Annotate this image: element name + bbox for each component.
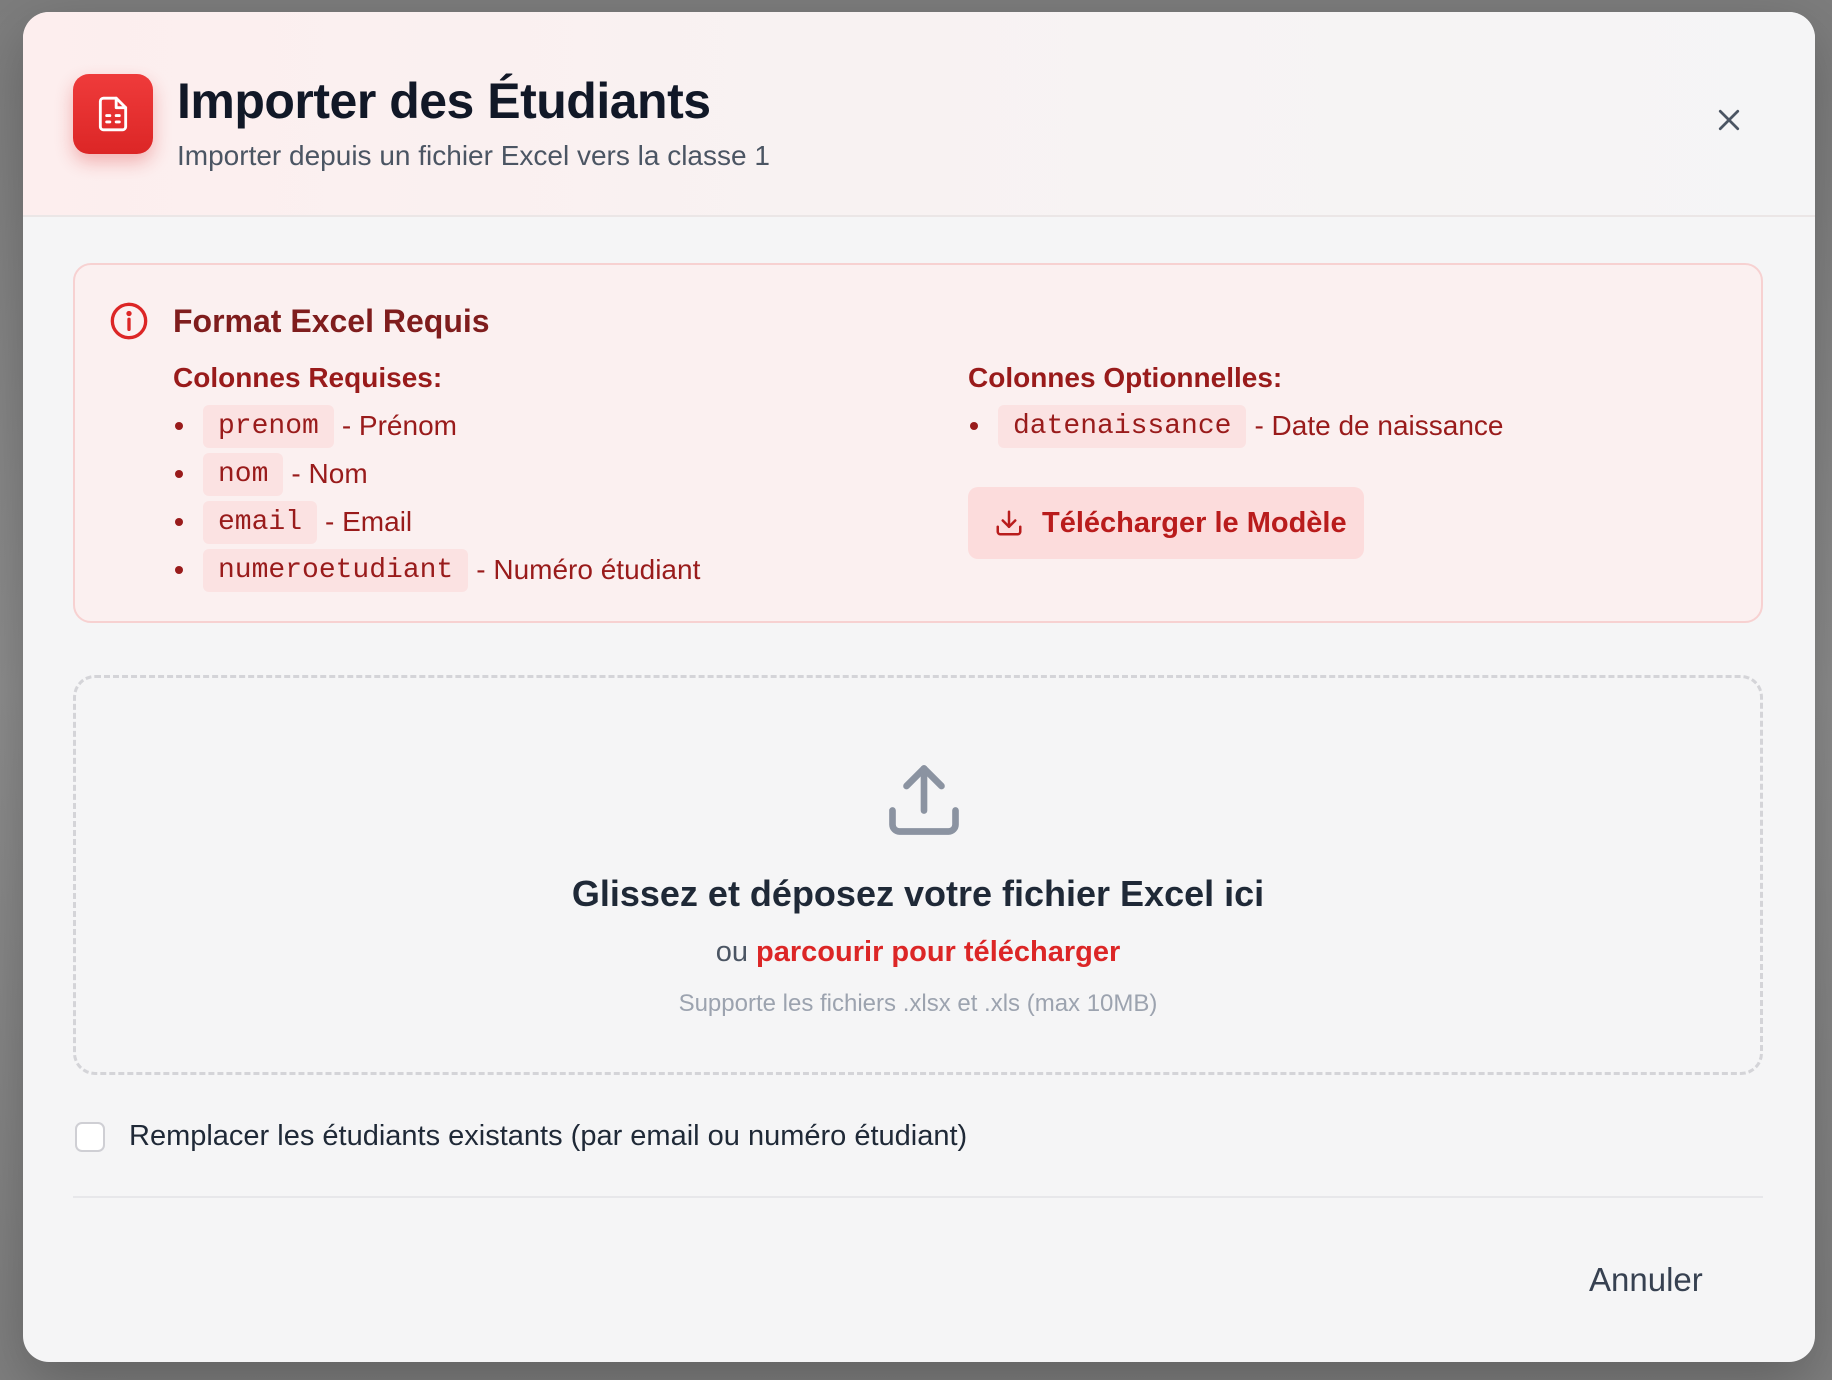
replace-existing-checkbox[interactable] [75, 1121, 105, 1152]
footer-divider [73, 1196, 1763, 1198]
dialog-header: Importer des Étudiants Importer depuis u… [23, 12, 1815, 217]
required-columns-heading: Colonnes Requises: [173, 362, 443, 393]
list-item: prenom - Prénom [175, 402, 700, 450]
column-code: nom [203, 452, 284, 496]
excel-format-info: Format Excel Requis Colonnes Requises: p… [73, 263, 1763, 623]
replace-existing-label[interactable]: Remplacer les étudiants existants (par e… [129, 1120, 967, 1153]
dropzone-support-text: Supporte les fichiers .xlsx et .xls (max… [678, 990, 1158, 1017]
dialog-subtitle: Importer depuis un fichier Excel vers la… [177, 140, 770, 171]
column-code: prenom [203, 404, 334, 448]
list-item: nom - Nom [175, 450, 700, 498]
upload-icon [889, 765, 959, 835]
column-description: - Prénom [341, 410, 457, 441]
close-icon [1718, 109, 1740, 131]
required-columns-list: prenom - Prénom nom - Nom email - Email num… [175, 402, 700, 594]
column-code: datenaissance [998, 404, 1247, 448]
replace-existing-option[interactable]: Remplacer les étudiants existants (par e… [75, 1120, 967, 1153]
column-description: - Date de naissance [1254, 410, 1504, 441]
download-template-button[interactable]: Télécharger le Modèle [968, 487, 1364, 559]
file-dropzone[interactable]: Glissez et déposez votre fichier Excel i… [73, 675, 1763, 1075]
column-description: - Email [325, 506, 413, 537]
dialog-title: Importer des Étudiants [177, 73, 711, 129]
list-item: email - Email [175, 498, 700, 546]
close-button[interactable] [1709, 100, 1749, 140]
browse-files-link[interactable]: parcourir pour télécharger [756, 936, 1120, 968]
optional-columns-list: datenaissance - Date de naissance [970, 402, 1503, 450]
format-title: Format Excel Requis [173, 303, 490, 339]
dropzone-or-text: ou [715, 936, 748, 968]
spreadsheet-file-icon [73, 74, 153, 154]
list-item: datenaissance - Date de naissance [970, 402, 1503, 450]
column-code: email [203, 500, 318, 544]
column-description: - Numéro étudiant [476, 554, 701, 585]
column-code: numeroetudiant [203, 548, 469, 592]
list-item: numeroetudiant - Numéro étudiant [175, 546, 700, 594]
cancel-button[interactable]: Annuler [1583, 1257, 1709, 1303]
dropzone-browse-line: ou parcourir pour télécharger [76, 936, 1760, 969]
import-students-dialog: Importer des Étudiants Importer depuis u… [23, 12, 1815, 1362]
info-circle-icon [110, 302, 148, 340]
download-template-label: Télécharger le Modèle [1042, 506, 1347, 539]
dropzone-title: Glissez et déposez votre fichier Excel i… [571, 873, 1265, 914]
download-icon [996, 510, 1022, 536]
optional-columns-heading: Colonnes Optionnelles: [968, 362, 1283, 393]
column-description: - Nom [291, 458, 368, 489]
